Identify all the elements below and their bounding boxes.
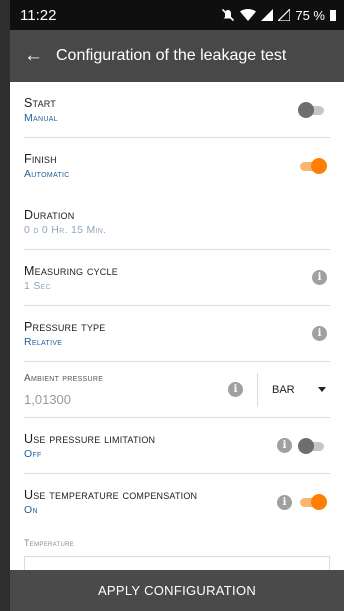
setting-label: Use pressure limitation — [24, 431, 156, 446]
finish-toggle[interactable] — [298, 158, 328, 174]
setting-value: On — [24, 504, 38, 516]
app-bar: ← Configuration of the leakage test — [10, 30, 344, 82]
info-icon[interactable]: i — [312, 326, 327, 341]
setting-label: Duration — [24, 207, 75, 222]
wifi-icon — [240, 9, 257, 21]
setting-value: 0 d 0 Hr. 15 Min. — [24, 223, 107, 236]
info-icon[interactable]: i — [312, 270, 327, 285]
ambient-pressure-row: Ambient pressure 1,01300 i BAR — [24, 362, 330, 418]
pressure-unit-select[interactable]: BAR — [272, 384, 312, 396]
toggle-thumb — [298, 437, 314, 454]
info-icon[interactable]: i — [277, 494, 292, 510]
start-toggle[interactable] — [298, 101, 328, 118]
mute-icon — [222, 8, 235, 22]
setting-pressure-type[interactable]: Pressure type Relative i — [24, 306, 330, 362]
phone-screen: 11:22 75 % ← Configuration of the leakag… — [10, 0, 344, 611]
toggle-thumb — [311, 158, 327, 174]
setting-label: Start — [24, 95, 57, 110]
ambient-pressure-field[interactable]: Ambient pressure 1,01300 — [24, 373, 228, 407]
setting-start[interactable]: Start Manual — [24, 82, 330, 138]
settings-list: Start Manual Finish Automatic Duration 0… — [10, 82, 344, 611]
page-title: Configuration of the leakage test — [56, 47, 287, 64]
setting-finish[interactable]: Finish Automatic — [24, 138, 330, 194]
info-icon[interactable]: i — [277, 438, 292, 453]
pressure-limitation-toggle[interactable] — [298, 437, 328, 454]
setting-temperature-compensation[interactable]: Use temperature compensation On i — [24, 474, 330, 530]
temperature-label: Temperature — [24, 538, 75, 548]
toggle-thumb — [311, 494, 327, 510]
setting-label: Pressure type — [24, 319, 106, 334]
setting-value: Manual — [24, 111, 58, 124]
setting-value: 1 Sec — [24, 279, 51, 292]
signal-icon — [261, 9, 274, 21]
toggle-thumb — [298, 101, 314, 118]
apply-configuration-button[interactable]: APPLY CONFIGURATION — [10, 570, 344, 611]
setting-duration[interactable]: Duration 0 d 0 Hr. 15 Min. — [24, 194, 330, 250]
setting-label: Use temperature compensation — [24, 488, 198, 502]
battery-icon — [330, 10, 336, 21]
status-bar: 11:22 75 % — [10, 0, 344, 30]
back-arrow-icon[interactable]: ← — [24, 45, 46, 67]
setting-measuring-cycle[interactable]: Measuring cycle 1 Sec i — [24, 250, 330, 306]
temperature-compensation-toggle[interactable] — [298, 494, 328, 510]
chevron-down-icon[interactable] — [318, 387, 326, 392]
divider — [257, 372, 258, 407]
status-icons: 75 % — [221, 8, 336, 23]
setting-pressure-limitation[interactable]: Use pressure limitation Off i — [24, 418, 330, 474]
setting-label: Measuring cycle — [24, 263, 118, 278]
status-time: 11:22 — [20, 6, 57, 24]
ambient-pressure-label: Ambient pressure — [24, 372, 104, 384]
setting-value: Off — [24, 447, 42, 460]
ambient-pressure-input[interactable]: 1,01300 — [24, 392, 228, 407]
setting-value: Automatic — [24, 168, 70, 180]
setting-value: Relative — [24, 335, 63, 348]
info-icon[interactable]: i — [228, 382, 243, 397]
setting-label: Finish — [24, 152, 57, 166]
battery-percentage: 75 % — [295, 7, 325, 23]
signal-2-icon — [278, 9, 291, 21]
